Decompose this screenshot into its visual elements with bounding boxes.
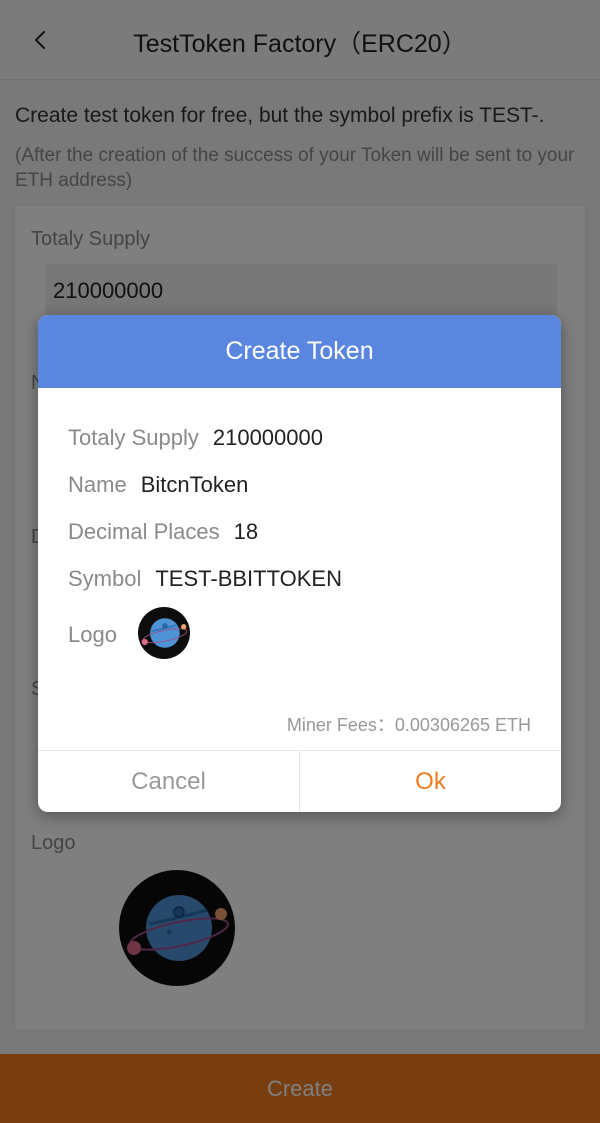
dialog-row-value: TEST-BBITTOKEN [155, 566, 342, 591]
planet-logo-icon [138, 607, 190, 659]
dialog-logo-image [138, 607, 190, 659]
cancel-button[interactable]: Cancel [38, 751, 299, 812]
dialog-title: Create Token [38, 315, 561, 388]
dialog-row-name: Name BitcnToken [68, 472, 248, 498]
dialog-row-value: 210000000 [212, 425, 323, 450]
dialog-logo-label: Logo [68, 622, 117, 647]
dialog-row-label: Symbol [68, 566, 142, 591]
dialog-row-value: BitcnToken [140, 472, 249, 497]
dialog-row-symbol: Symbol TEST-BBITTOKEN [68, 566, 342, 592]
miner-fees: Miner Fees：0.00306265 ETH [286, 715, 531, 735]
dialog-row-decimals: Decimal Places 18 [68, 519, 258, 545]
dialog-row-value: 18 [233, 519, 259, 544]
dialog-row-label: Name [68, 472, 127, 497]
dialog-row-label: Decimal Places [68, 519, 220, 544]
dialog-row-label: Totaly Supply [68, 425, 199, 450]
dialog-row-supply: Totaly Supply 210000000 [68, 425, 323, 451]
create-token-dialog: Create Token Totaly Supply 210000000 Name… [38, 315, 561, 812]
ok-button[interactable]: Ok [300, 751, 561, 812]
dialog-row-logo: Logo [68, 622, 131, 648]
